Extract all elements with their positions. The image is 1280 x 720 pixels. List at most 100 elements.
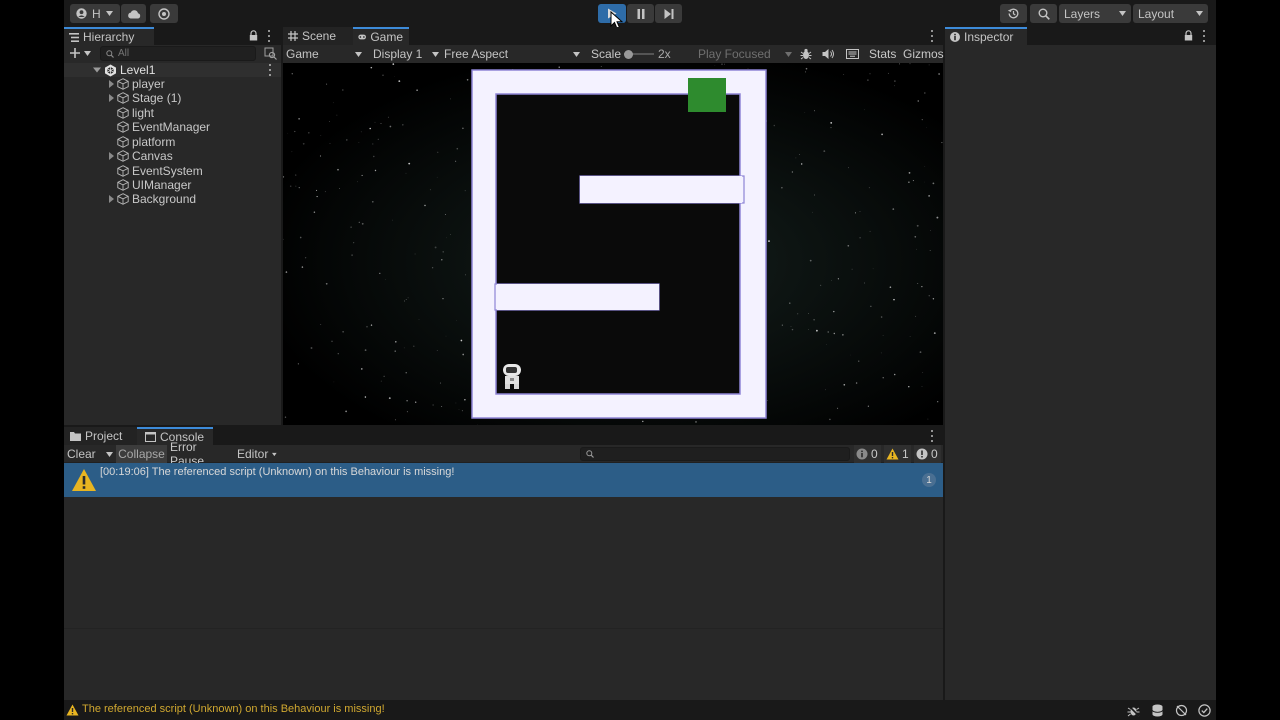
star: [415, 401, 417, 403]
warning-count-toggle[interactable]: 1: [884, 445, 911, 463]
hierarchy-item-stage[interactable]: Stage (1): [64, 91, 181, 105]
star: [284, 416, 287, 418]
star: [887, 72, 889, 74]
star: [370, 66, 373, 69]
hierarchy-item-canvas[interactable]: Canvas: [64, 149, 173, 163]
stats-button[interactable]: Stats: [869, 47, 896, 61]
lock-icon[interactable]: [1184, 30, 1193, 41]
expand-arrow-icon[interactable]: [107, 94, 115, 102]
scene-search-icon[interactable]: [264, 47, 277, 60]
game-panel: Scene Game Game Display 1 Free Aspect Sc…: [283, 27, 944, 425]
layout-dropdown[interactable]: Layout: [1133, 4, 1208, 23]
game-viewport[interactable]: [283, 63, 943, 425]
history-button[interactable]: [1000, 4, 1027, 23]
more-options-icon[interactable]: [930, 430, 934, 442]
star: [298, 186, 300, 189]
tab-game[interactable]: Game: [353, 27, 409, 45]
scale-slider-thumb[interactable]: [624, 50, 633, 59]
star: [332, 102, 334, 104]
editor-dropdown[interactable]: Editor: [237, 445, 277, 463]
star: [466, 79, 469, 81]
account-dropdown[interactable]: H: [70, 4, 120, 23]
console-search[interactable]: [580, 447, 850, 461]
log-count-toggle[interactable]: 0: [854, 445, 881, 463]
step-button[interactable]: [655, 4, 682, 23]
error-pause-toggle[interactable]: Error Pause: [170, 440, 232, 468]
network-icon[interactable]: [1175, 704, 1188, 717]
cloud-button[interactable]: [121, 4, 146, 23]
expand-arrow-icon[interactable]: [107, 152, 115, 160]
search-button[interactable]: [1030, 4, 1057, 23]
star: [747, 67, 749, 69]
status-message[interactable]: The referenced script (Unknown) on this …: [82, 703, 385, 715]
star: [406, 400, 408, 402]
more-options-icon[interactable]: [930, 30, 934, 42]
chevron-down-icon[interactable]: [84, 51, 91, 56]
hierarchy-item-light[interactable]: light: [64, 106, 154, 120]
more-options-icon[interactable]: [1202, 30, 1206, 42]
gamepad-icon: [358, 34, 366, 40]
lock-icon[interactable]: [249, 30, 258, 41]
hierarchy-search-input[interactable]: [118, 48, 238, 59]
console-toolbar: Clear Collapse Error Pause Editor 0 1 0: [64, 440, 943, 468]
check-icon[interactable]: [1198, 704, 1211, 717]
star: [431, 267, 434, 269]
audio-icon[interactable]: [822, 48, 835, 60]
star: [825, 389, 826, 391]
gizmos-button[interactable]: Gizmos: [903, 47, 944, 61]
layers-dropdown[interactable]: Layers: [1059, 4, 1131, 23]
more-options-icon[interactable]: [267, 30, 271, 42]
bug-icon[interactable]: [800, 48, 812, 60]
hierarchy-item-platform[interactable]: platform: [64, 135, 175, 149]
console-detail-divider[interactable]: [64, 628, 943, 629]
game-mode-dropdown[interactable]: Game: [286, 45, 362, 63]
star: [339, 188, 340, 189]
tab-project[interactable]: Project: [64, 427, 137, 445]
hierarchy-item-eventmanager[interactable]: EventManager: [64, 120, 210, 134]
expand-arrow-icon[interactable]: [107, 195, 115, 203]
console-entry[interactable]: [00:19:06] The referenced script (Unknow…: [64, 463, 943, 497]
error-count-toggle[interactable]: 0: [914, 445, 941, 463]
display-dropdown[interactable]: Display 1: [373, 45, 439, 63]
collapse-toggle[interactable]: Collapse: [116, 445, 167, 463]
collab-button[interactable]: [150, 4, 178, 23]
pause-button[interactable]: [627, 4, 654, 23]
star: [414, 253, 416, 255]
star: [413, 345, 415, 347]
tab-hierarchy[interactable]: Hierarchy: [64, 27, 154, 45]
scene-menu-icon[interactable]: [268, 64, 272, 76]
star: [869, 230, 871, 232]
add-icon[interactable]: [69, 47, 81, 59]
expand-arrow-icon[interactable]: [107, 80, 115, 88]
star: [808, 329, 809, 330]
database-icon[interactable]: [1151, 704, 1164, 717]
scale-slider[interactable]: [624, 50, 654, 59]
star: [418, 319, 420, 320]
tab-inspector[interactable]: Inspector: [945, 27, 1027, 45]
star: [919, 351, 922, 353]
chevron-down-icon: [355, 51, 362, 57]
hierarchy-search[interactable]: [100, 46, 256, 61]
star: [395, 341, 397, 343]
expand-arrow-down-icon[interactable]: [93, 66, 101, 74]
star: [859, 210, 861, 212]
keyboard-icon[interactable]: [846, 49, 859, 59]
star: [304, 257, 307, 259]
star: [358, 221, 360, 223]
star: [805, 67, 808, 70]
hierarchy-item-eventsystem[interactable]: EventSystem: [64, 164, 203, 178]
hierarchy-item-uimanager[interactable]: UIManager: [64, 178, 191, 192]
cube-icon: [117, 150, 129, 162]
play-focused-dropdown[interactable]: Play Focused: [698, 45, 792, 63]
star: [925, 126, 927, 128]
aspect-dropdown[interactable]: Free Aspect: [444, 45, 580, 63]
clear-button[interactable]: Clear: [67, 445, 113, 463]
hierarchy-item-player[interactable]: player: [64, 77, 165, 91]
hierarchy-item-background[interactable]: Background: [64, 192, 196, 206]
debug-icon[interactable]: [1127, 704, 1140, 717]
cube-icon: [117, 121, 129, 133]
scene-row[interactable]: Level1: [64, 63, 281, 77]
tab-scene[interactable]: Scene: [283, 27, 353, 45]
star: [402, 124, 404, 126]
hierarchy-tabbar: Hierarchy: [64, 27, 281, 45]
